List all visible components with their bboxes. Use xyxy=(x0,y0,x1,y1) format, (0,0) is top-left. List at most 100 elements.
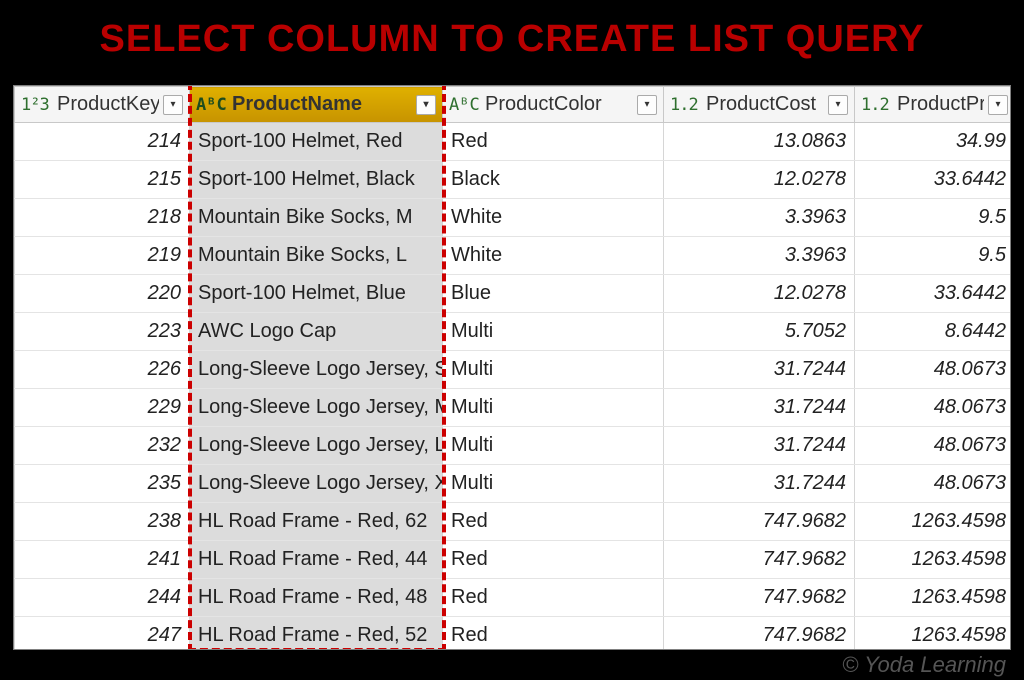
cell-productcost[interactable]: 12.0278 xyxy=(664,275,855,313)
cell-productkey[interactable]: 219 xyxy=(15,237,190,275)
cell-productcolor[interactable]: White xyxy=(443,237,664,275)
cell-productcolor[interactable]: Multi xyxy=(443,427,664,465)
datatype-icon[interactable]: 1.2 xyxy=(670,95,702,115)
cell-productname[interactable]: Sport-100 Helmet, Red xyxy=(190,123,443,161)
table-row[interactable]: 232Long-Sleeve Logo Jersey, LMulti31.724… xyxy=(15,427,1012,465)
column-header-productname[interactable]: AᴮCProductName▾ xyxy=(190,87,443,123)
cell-productcolor[interactable]: Red xyxy=(443,579,664,617)
cell-productkey[interactable]: 226 xyxy=(15,351,190,389)
cell-productprice[interactable]: 48.0673 xyxy=(855,465,1012,503)
cell-productcost[interactable]: 747.9682 xyxy=(664,541,855,579)
table-row[interactable]: 244HL Road Frame - Red, 48Red747.9682126… xyxy=(15,579,1012,617)
cell-productcolor[interactable]: Red xyxy=(443,541,664,579)
table-row[interactable]: 218Mountain Bike Socks, MWhite3.39639.5 xyxy=(15,199,1012,237)
cell-productprice[interactable]: 33.6442 xyxy=(855,275,1012,313)
cell-productkey[interactable]: 229 xyxy=(15,389,190,427)
cell-productname[interactable]: Long-Sleeve Logo Jersey, XL xyxy=(190,465,443,503)
cell-productprice[interactable]: 48.0673 xyxy=(855,427,1012,465)
datatype-icon[interactable]: 1²3 xyxy=(21,95,53,115)
cell-productprice[interactable]: 1263.4598 xyxy=(855,617,1012,651)
cell-productprice[interactable]: 34.99 xyxy=(855,123,1012,161)
cell-productcost[interactable]: 13.0863 xyxy=(664,123,855,161)
filter-dropdown-button[interactable]: ▾ xyxy=(637,95,657,115)
cell-productcolor[interactable]: Black xyxy=(443,161,664,199)
cell-productkey[interactable]: 220 xyxy=(15,275,190,313)
table-row[interactable]: 226Long-Sleeve Logo Jersey, SMulti31.724… xyxy=(15,351,1012,389)
cell-productprice[interactable]: 1263.4598 xyxy=(855,503,1012,541)
cell-productcost[interactable]: 747.9682 xyxy=(664,503,855,541)
cell-productcolor[interactable]: Multi xyxy=(443,389,664,427)
datatype-icon[interactable]: AᴮC xyxy=(196,95,228,115)
cell-productcost[interactable]: 747.9682 xyxy=(664,617,855,651)
cell-productname[interactable]: HL Road Frame - Red, 44 xyxy=(190,541,443,579)
filter-dropdown-button[interactable]: ▾ xyxy=(828,95,848,115)
datatype-icon[interactable]: 1.2 xyxy=(861,95,893,115)
table-row[interactable]: 220Sport-100 Helmet, BlueBlue12.027833.6… xyxy=(15,275,1012,313)
cell-productname[interactable]: Sport-100 Helmet, Blue xyxy=(190,275,443,313)
table-row[interactable]: 235Long-Sleeve Logo Jersey, XLMulti31.72… xyxy=(15,465,1012,503)
cell-productname[interactable]: HL Road Frame - Red, 52 xyxy=(190,617,443,651)
column-header-productprice[interactable]: 1.2ProductPrice▾ xyxy=(855,87,1012,123)
cell-productcolor[interactable]: Multi xyxy=(443,351,664,389)
column-header-productcolor[interactable]: AᴮCProductColor▾ xyxy=(443,87,664,123)
table-row[interactable]: 214Sport-100 Helmet, RedRed13.086334.99 xyxy=(15,123,1012,161)
column-header-productkey[interactable]: 1²3ProductKey▾ xyxy=(15,87,190,123)
cell-productprice[interactable]: 1263.4598 xyxy=(855,579,1012,617)
cell-productcolor[interactable]: Red xyxy=(443,617,664,651)
cell-productcolor[interactable]: Red xyxy=(443,503,664,541)
cell-productprice[interactable]: 8.6442 xyxy=(855,313,1012,351)
table-row[interactable]: 238HL Road Frame - Red, 62Red747.9682126… xyxy=(15,503,1012,541)
filter-dropdown-button[interactable]: ▾ xyxy=(163,95,183,115)
table-row[interactable]: 229Long-Sleeve Logo Jersey, MMulti31.724… xyxy=(15,389,1012,427)
datatype-icon[interactable]: AᴮC xyxy=(449,95,481,115)
cell-productcost[interactable]: 31.7244 xyxy=(664,351,855,389)
cell-productprice[interactable]: 9.5 xyxy=(855,199,1012,237)
cell-productkey[interactable]: 232 xyxy=(15,427,190,465)
cell-productkey[interactable]: 244 xyxy=(15,579,190,617)
cell-productname[interactable]: AWC Logo Cap xyxy=(190,313,443,351)
cell-productcost[interactable]: 31.7244 xyxy=(664,427,855,465)
cell-productcost[interactable]: 3.3963 xyxy=(664,237,855,275)
cell-productname[interactable]: Long-Sleeve Logo Jersey, L xyxy=(190,427,443,465)
cell-productcost[interactable]: 31.7244 xyxy=(664,389,855,427)
cell-productname[interactable]: Long-Sleeve Logo Jersey, S xyxy=(190,351,443,389)
table-row[interactable]: 219Mountain Bike Socks, LWhite3.39639.5 xyxy=(15,237,1012,275)
cell-productprice[interactable]: 33.6442 xyxy=(855,161,1012,199)
table-header-row: 1²3ProductKey▾AᴮCProductName▾AᴮCProductC… xyxy=(15,87,1012,123)
cell-productkey[interactable]: 218 xyxy=(15,199,190,237)
table-row[interactable]: 241HL Road Frame - Red, 44Red747.9682126… xyxy=(15,541,1012,579)
cell-productcolor[interactable]: White xyxy=(443,199,664,237)
cell-productcolor[interactable]: Multi xyxy=(443,313,664,351)
filter-dropdown-button[interactable]: ▾ xyxy=(988,95,1008,115)
table-row[interactable]: 247HL Road Frame - Red, 52Red747.9682126… xyxy=(15,617,1012,651)
cell-productcost[interactable]: 3.3963 xyxy=(664,199,855,237)
cell-productname[interactable]: Mountain Bike Socks, L xyxy=(190,237,443,275)
cell-productkey[interactable]: 241 xyxy=(15,541,190,579)
cell-productname[interactable]: Sport-100 Helmet, Black xyxy=(190,161,443,199)
cell-productkey[interactable]: 215 xyxy=(15,161,190,199)
cell-productkey[interactable]: 238 xyxy=(15,503,190,541)
cell-productcost[interactable]: 747.9682 xyxy=(664,579,855,617)
cell-productprice[interactable]: 9.5 xyxy=(855,237,1012,275)
cell-productcolor[interactable]: Blue xyxy=(443,275,664,313)
cell-productkey[interactable]: 235 xyxy=(15,465,190,503)
cell-productname[interactable]: Long-Sleeve Logo Jersey, M xyxy=(190,389,443,427)
column-header-productcost[interactable]: 1.2ProductCost▾ xyxy=(664,87,855,123)
cell-productname[interactable]: HL Road Frame - Red, 48 xyxy=(190,579,443,617)
cell-productkey[interactable]: 247 xyxy=(15,617,190,651)
cell-productkey[interactable]: 214 xyxy=(15,123,190,161)
cell-productprice[interactable]: 1263.4598 xyxy=(855,541,1012,579)
cell-productcost[interactable]: 31.7244 xyxy=(664,465,855,503)
cell-productname[interactable]: HL Road Frame - Red, 62 xyxy=(190,503,443,541)
table-row[interactable]: 223AWC Logo CapMulti5.70528.6442 xyxy=(15,313,1012,351)
filter-dropdown-button[interactable]: ▾ xyxy=(416,95,436,115)
cell-productprice[interactable]: 48.0673 xyxy=(855,389,1012,427)
cell-productname[interactable]: Mountain Bike Socks, M xyxy=(190,199,443,237)
cell-productcost[interactable]: 5.7052 xyxy=(664,313,855,351)
cell-productprice[interactable]: 48.0673 xyxy=(855,351,1012,389)
cell-productkey[interactable]: 223 xyxy=(15,313,190,351)
cell-productcost[interactable]: 12.0278 xyxy=(664,161,855,199)
cell-productcolor[interactable]: Multi xyxy=(443,465,664,503)
cell-productcolor[interactable]: Red xyxy=(443,123,664,161)
table-row[interactable]: 215Sport-100 Helmet, BlackBlack12.027833… xyxy=(15,161,1012,199)
